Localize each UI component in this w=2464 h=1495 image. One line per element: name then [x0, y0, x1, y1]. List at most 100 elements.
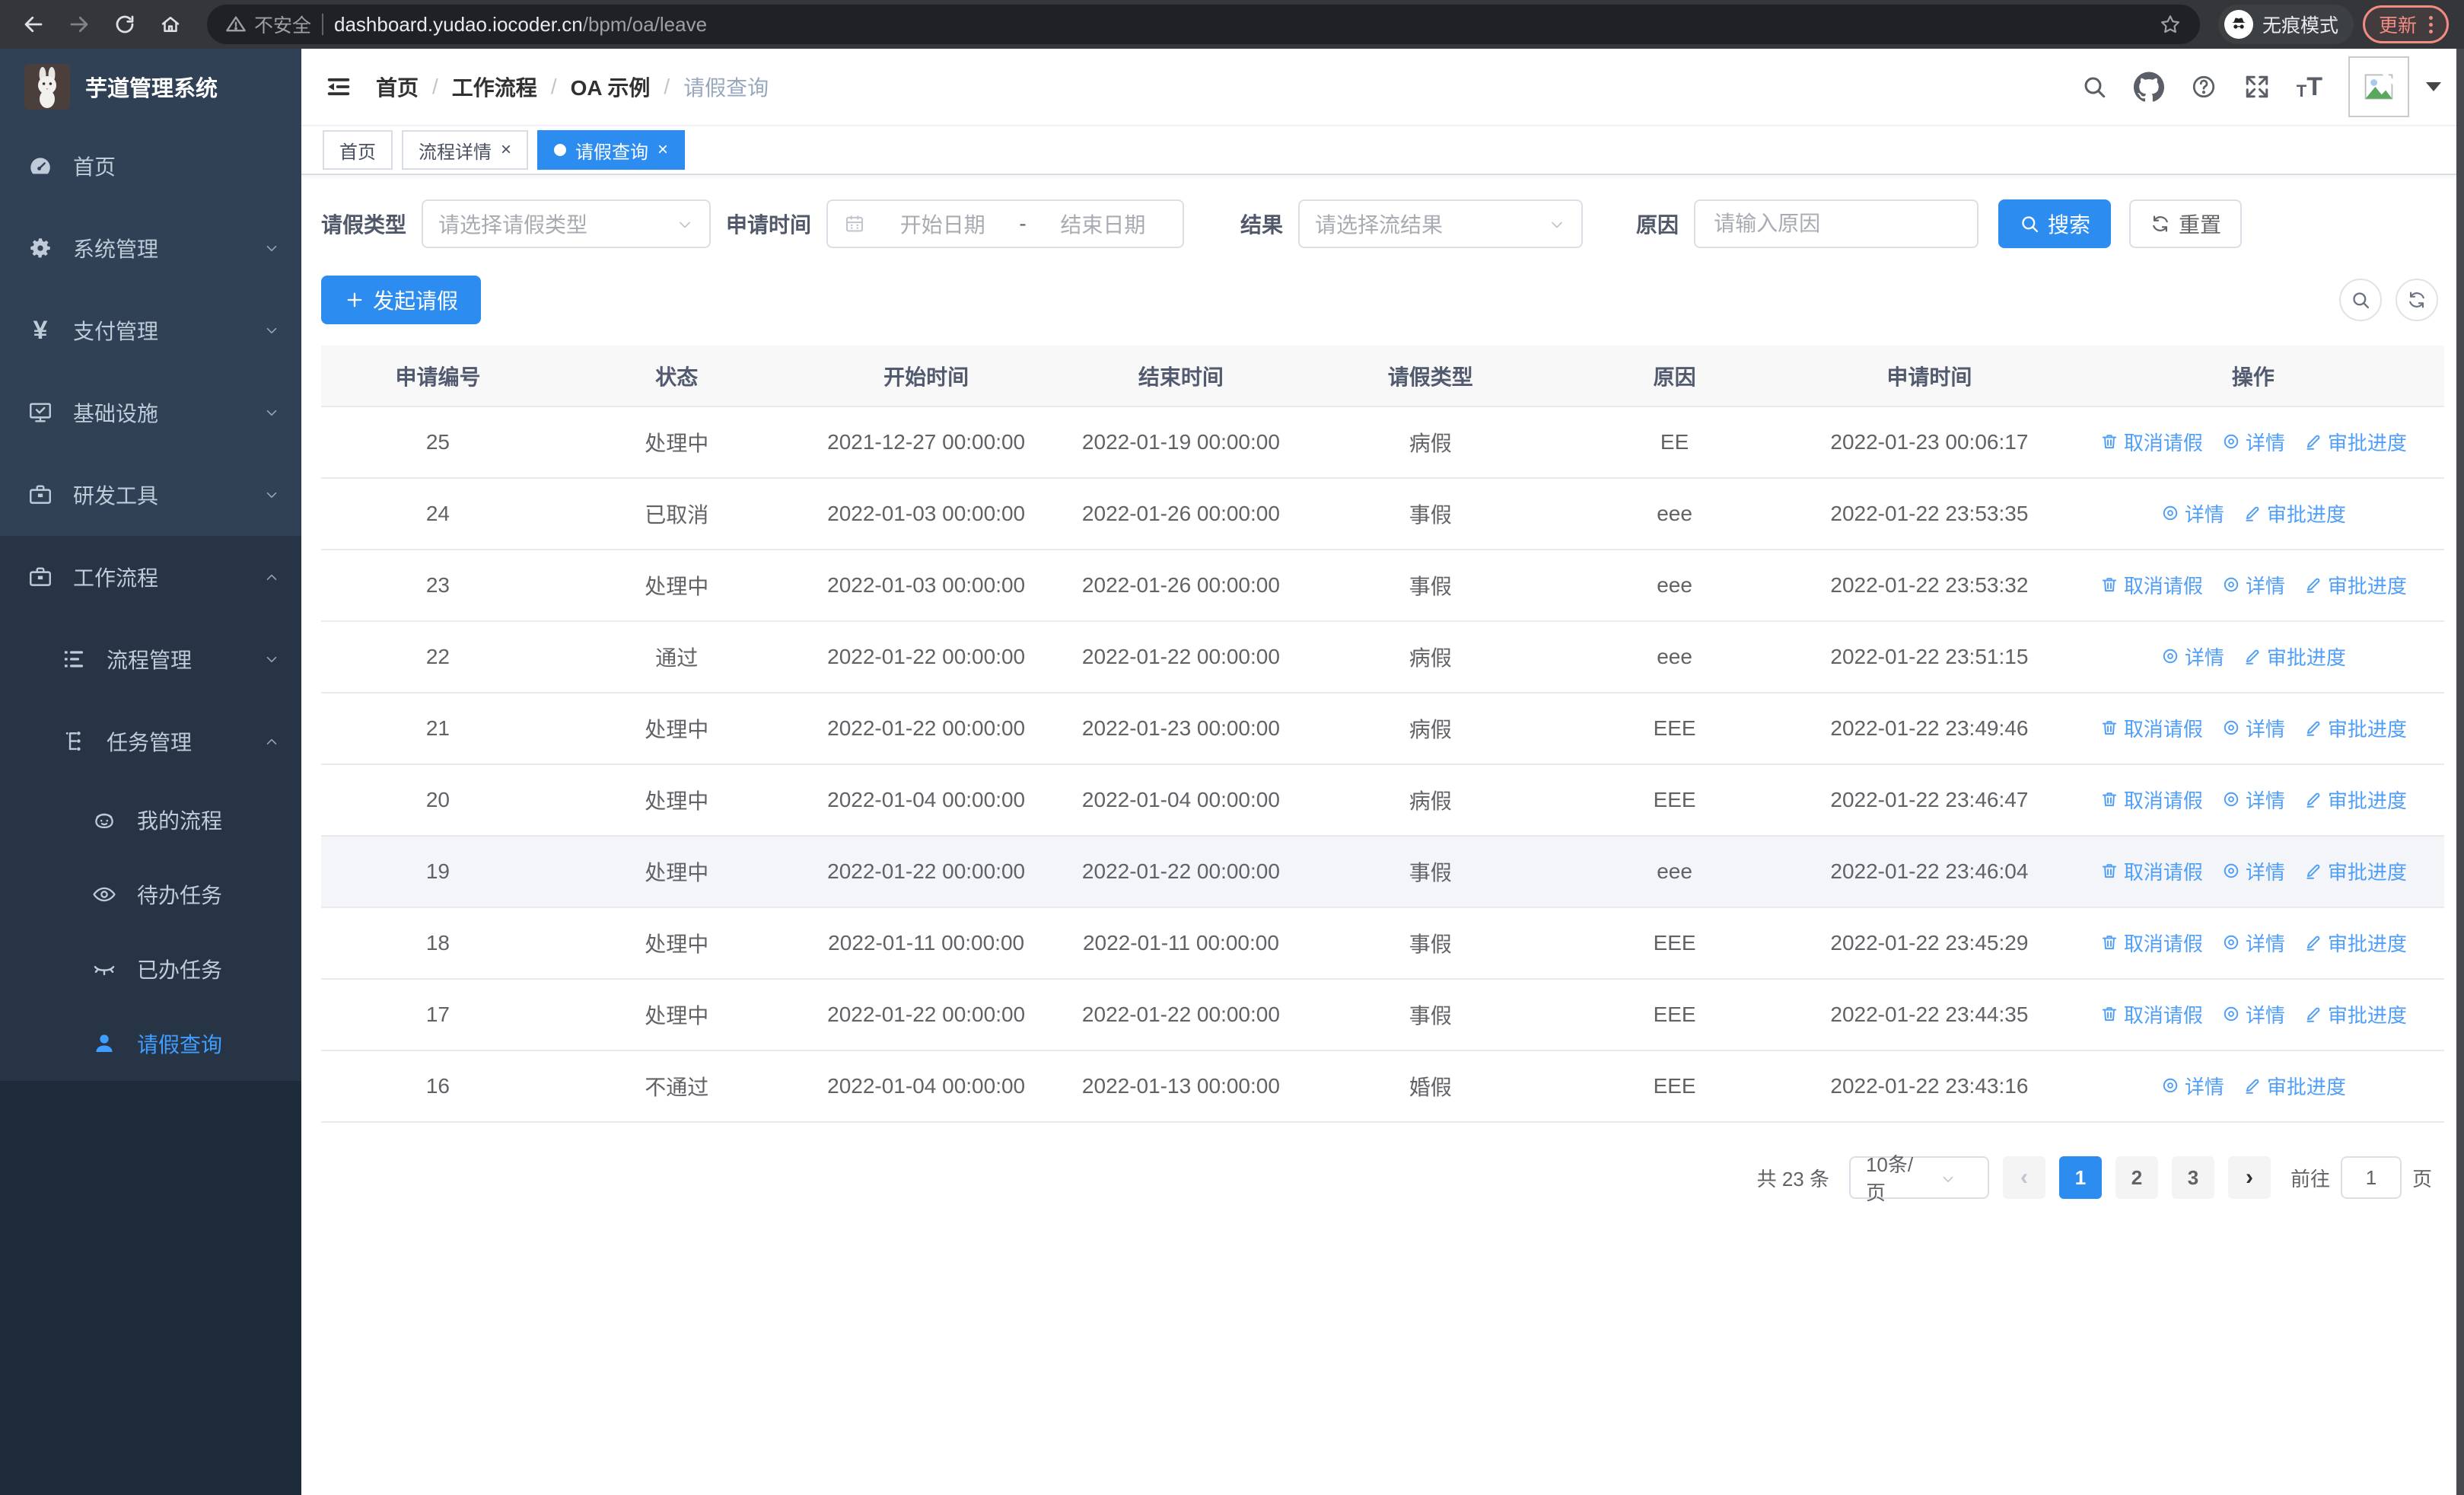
breadcrumb-item[interactable]: OA 示例 [571, 72, 651, 102]
detail-link[interactable]: 详情 [2160, 499, 2224, 528]
sidebar-item[interactable]: 待办任务 [0, 857, 301, 932]
goto-page-input[interactable] [2340, 1156, 2402, 1199]
address-bar[interactable]: 不安全 dashboard.yudao.iocoder.cn/bpm/oa/le… [207, 5, 2200, 44]
page-content: 请假类型 请选择请假类型 申请时间 开始日期 - 结束日期 结果 请选择流结果 [301, 175, 2464, 1495]
pagination-total: 共 23 条 [1756, 1167, 1829, 1191]
detail-link[interactable]: 详情 [2160, 1072, 2224, 1100]
breadcrumb-item[interactable]: 首页 [376, 72, 419, 102]
detail-link[interactable]: 详情 [2221, 1000, 2285, 1028]
sidebar-item[interactable]: 基础设施 [0, 371, 301, 454]
sidebar-item[interactable]: 已办任务 [0, 932, 301, 1006]
sidebar-item[interactable]: 工作流程 [0, 536, 301, 618]
approval-progress-link[interactable]: 审批进度 [2303, 857, 2407, 885]
page-size-select[interactable]: 10条/页 [1848, 1153, 1989, 1204]
breadcrumb-separator: / [432, 75, 438, 98]
approval-progress-link[interactable]: 审批进度 [2303, 786, 2407, 814]
avatar[interactable] [2348, 56, 2409, 117]
page-button-2[interactable]: 2 [2115, 1156, 2158, 1199]
tab-首页[interactable]: 首页 [323, 130, 393, 170]
cancel-leave-link[interactable]: 取消请假 [2099, 786, 2203, 814]
approval-progress-link[interactable]: 审批进度 [2243, 1072, 2346, 1100]
create-leave-button[interactable]: 发起请假 [321, 276, 482, 324]
close-icon[interactable]: × [501, 141, 511, 159]
sidebar-item[interactable]: 首页 [0, 125, 301, 207]
cancel-leave-link[interactable]: 取消请假 [2099, 428, 2203, 456]
detail-link[interactable]: 详情 [2221, 571, 2285, 599]
home-button[interactable] [152, 6, 189, 43]
column-header: 申请编号 [321, 346, 555, 407]
next-page-button[interactable]: › [2227, 1156, 2271, 1199]
sidebar-item[interactable]: 流程管理 [0, 618, 301, 700]
view-icon [2221, 861, 2241, 881]
tab-流程详情[interactable]: 流程详情 × [402, 130, 529, 170]
close-icon[interactable]: × [657, 141, 668, 159]
github-icon[interactable] [2133, 72, 2164, 102]
url-divider [322, 14, 324, 35]
detail-link[interactable]: 详情 [2221, 929, 2285, 957]
app-logo[interactable]: 芋道管理系统 [0, 49, 301, 125]
cancel-leave-link[interactable]: 取消请假 [2099, 857, 2203, 885]
avatar-dropdown-icon[interactable] [2426, 82, 2441, 91]
detail-link[interactable]: 详情 [2160, 642, 2224, 671]
browser-menu-icon[interactable] [2429, 15, 2433, 33]
page-button-3[interactable]: 3 [2171, 1156, 2214, 1199]
view-icon [2221, 718, 2241, 738]
reset-button[interactable]: 重置 [2129, 199, 2243, 248]
page-scrollbar[interactable] [2456, 49, 2464, 1495]
approval-progress-link[interactable]: 审批进度 [2303, 428, 2407, 456]
search-button[interactable]: 搜索 [1998, 199, 2112, 248]
forward-button[interactable] [61, 6, 97, 43]
approval-progress-link[interactable]: 审批进度 [2243, 642, 2346, 671]
approval-progress-link[interactable]: 审批进度 [2243, 499, 2346, 528]
breadcrumb-item[interactable]: 工作流程 [452, 72, 537, 102]
result-select[interactable]: 请选择流结果 [1298, 199, 1584, 248]
approval-progress-link[interactable]: 审批进度 [2303, 1000, 2407, 1028]
leave-type-select[interactable]: 请选择请假类型 [422, 199, 712, 248]
trash-icon [2099, 861, 2119, 881]
approval-progress-link[interactable]: 审批进度 [2303, 929, 2407, 957]
sidebar-item[interactable]: 任务管理 [0, 700, 301, 783]
back-button[interactable] [15, 6, 52, 43]
refresh-table-button[interactable] [2396, 279, 2438, 321]
help-icon[interactable] [2190, 73, 2217, 100]
detail-link[interactable]: 详情 [2221, 786, 2285, 814]
apply-time-range-picker[interactable]: 开始日期 - 结束日期 [826, 199, 1185, 248]
toggle-search-button[interactable] [2339, 279, 2382, 321]
sidebar-item-label: 待办任务 [137, 884, 223, 907]
approval-progress-link[interactable]: 审批进度 [2303, 714, 2407, 742]
detail-link[interactable]: 详情 [2221, 714, 2285, 742]
sidebar-item[interactable]: 研发工具 [0, 454, 301, 536]
table-row: 21 处理中 2022-01-22 00:00:00 2022-01-23 00:00… [321, 693, 2444, 765]
leave-type-label: 请假类型 [321, 213, 407, 237]
reason-input[interactable] [1714, 212, 1959, 236]
detail-link[interactable]: 详情 [2221, 428, 2285, 456]
trash-icon [2099, 432, 2119, 451]
sidebar-item-label: 已办任务 [137, 958, 223, 982]
search-icon[interactable] [2080, 73, 2108, 100]
tab-请假查询[interactable]: 请假查询 × [537, 130, 686, 170]
cancel-leave-link[interactable]: 取消请假 [2099, 1000, 2203, 1028]
security-chip[interactable]: 不安全 [225, 11, 311, 38]
cancel-leave-link[interactable]: 取消请假 [2099, 714, 2203, 742]
breadcrumb-item[interactable]: 请假查询 [683, 72, 769, 102]
prev-page-button[interactable]: ‹ [2002, 1156, 2045, 1199]
browser-update-button[interactable]: 更新 [2362, 5, 2449, 43]
font-size-icon[interactable]: TT [2297, 74, 2322, 100]
sidebar-item[interactable]: 请假查询 [0, 1006, 301, 1081]
reload-button[interactable] [107, 6, 143, 43]
fullscreen-icon[interactable] [2243, 73, 2271, 100]
sidebar-item[interactable]: ¥ 支付管理 [0, 289, 301, 371]
sidebar-collapse-icon[interactable] [324, 72, 353, 101]
detail-link[interactable]: 详情 [2221, 857, 2285, 885]
sidebar-item[interactable]: 系统管理 [0, 207, 301, 289]
pen-icon [2243, 503, 2262, 523]
page-button-1[interactable]: 1 [2058, 1156, 2102, 1199]
approval-progress-link[interactable]: 审批进度 [2303, 571, 2407, 599]
bookmark-star-icon[interactable] [2159, 13, 2182, 36]
table-row: 23 处理中 2022-01-03 00:00:00 2022-01-26 00:00… [321, 550, 2444, 622]
cancel-leave-link[interactable]: 取消请假 [2099, 929, 2203, 957]
cancel-leave-link[interactable]: 取消请假 [2099, 571, 2203, 599]
sidebar-item[interactable]: 我的流程 [0, 783, 301, 857]
view-icon [2221, 1004, 2241, 1024]
pen-icon [2303, 718, 2323, 738]
